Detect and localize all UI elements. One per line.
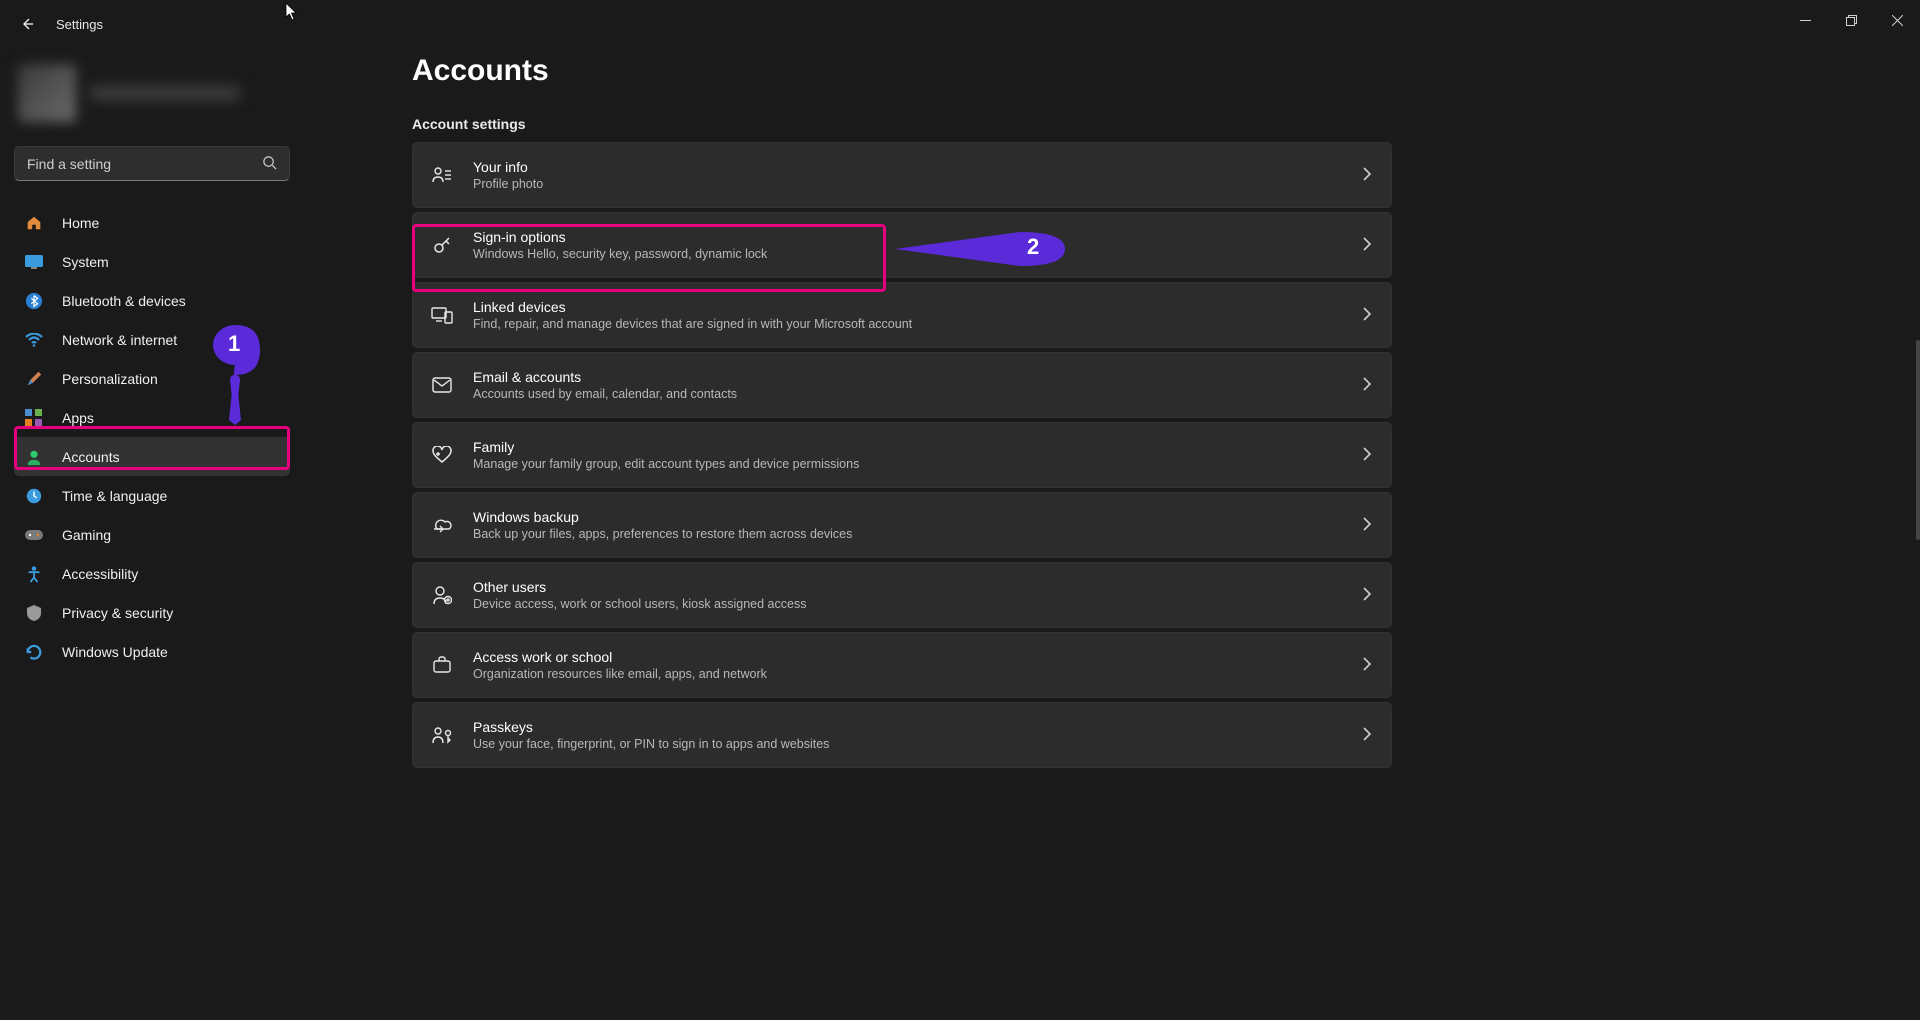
card-subtitle: Accounts used by email, calendar, and co… (473, 387, 737, 401)
card-passkeys[interactable]: Passkeys Use your face, fingerprint, or P… (412, 702, 1392, 768)
back-arrow-icon (19, 16, 35, 32)
briefcase-icon (431, 654, 453, 676)
nav-personalization[interactable]: Personalization (14, 359, 290, 398)
card-family[interactable]: Family Manage your family group, edit acc… (412, 422, 1392, 488)
chevron-right-icon (1363, 447, 1371, 464)
close-icon (1892, 15, 1903, 26)
search-icon (262, 155, 277, 173)
nav-label: System (62, 254, 109, 270)
card-subtitle: Manage your family group, edit account t… (473, 457, 859, 471)
accessibility-icon (24, 564, 44, 584)
card-title: Email & accounts (473, 369, 737, 385)
nav-label: Privacy & security (62, 605, 173, 621)
gamepad-icon (24, 525, 44, 545)
nav-bluetooth[interactable]: Bluetooth & devices (14, 281, 290, 320)
nav-label: Bluetooth & devices (62, 293, 186, 309)
card-title: Passkeys (473, 719, 829, 735)
card-subtitle: Use your face, fingerprint, or PIN to si… (473, 737, 829, 751)
clock-icon (24, 486, 44, 506)
nav-gaming[interactable]: Gaming (14, 515, 290, 554)
nav-update[interactable]: Windows Update (14, 632, 290, 671)
nav-time-language[interactable]: Time & language (14, 476, 290, 515)
nav-label: Personalization (62, 371, 158, 387)
card-access-work-school[interactable]: Access work or school Organization resour… (412, 632, 1392, 698)
card-subtitle: Profile photo (473, 177, 543, 191)
card-subtitle: Organization resources like email, apps,… (473, 667, 767, 681)
brush-icon (24, 369, 44, 389)
shield-icon (24, 603, 44, 623)
chevron-right-icon (1363, 237, 1371, 254)
search-input-wrap[interactable] (14, 146, 290, 181)
card-your-info[interactable]: Your info Profile photo (412, 142, 1392, 208)
profile-name (90, 85, 240, 101)
nav-label: Home (62, 215, 99, 231)
card-windows-backup[interactable]: Windows backup Back up your files, apps, … (412, 492, 1392, 558)
system-icon (24, 252, 44, 272)
apps-icon (24, 408, 44, 428)
card-title: Family (473, 439, 859, 455)
scrollbar[interactable] (1916, 340, 1920, 540)
nav-label: Time & language (62, 488, 167, 504)
chevron-right-icon (1363, 727, 1371, 744)
bluetooth-icon (24, 291, 44, 311)
home-icon (24, 213, 44, 233)
nav-apps[interactable]: Apps (14, 398, 290, 437)
card-subtitle: Windows Hello, security key, password, d… (473, 247, 767, 261)
nav-network[interactable]: Network & internet (14, 320, 290, 359)
nav-label: Accessibility (62, 566, 138, 582)
chevron-right-icon (1363, 517, 1371, 534)
user-profile[interactable] (14, 56, 304, 140)
add-user-icon (431, 584, 453, 606)
section-header: Account settings (412, 116, 1880, 132)
person-card-icon (431, 164, 453, 186)
nav-label: Apps (62, 410, 94, 426)
heart-icon (431, 444, 453, 466)
maximize-icon (1846, 15, 1857, 26)
chevron-right-icon (1363, 587, 1371, 604)
nav-home[interactable]: Home (14, 203, 290, 242)
chevron-right-icon (1363, 307, 1371, 324)
card-title: Sign-in options (473, 229, 767, 245)
card-linked-devices[interactable]: Linked devices Find, repair, and manage d… (412, 282, 1392, 348)
wifi-icon (24, 330, 44, 350)
nav-label: Network & internet (62, 332, 177, 348)
nav-system[interactable]: System (14, 242, 290, 281)
nav-accounts[interactable]: Accounts (14, 437, 290, 476)
maximize-button[interactable] (1828, 0, 1874, 40)
backup-icon (431, 514, 453, 536)
chevron-right-icon (1363, 377, 1371, 394)
back-button[interactable] (18, 15, 36, 33)
close-button[interactable] (1874, 0, 1920, 40)
nav-label: Gaming (62, 527, 111, 543)
nav-privacy[interactable]: Privacy & security (14, 593, 290, 632)
card-title: Your info (473, 159, 543, 175)
nav-accessibility[interactable]: Accessibility (14, 554, 290, 593)
card-title: Linked devices (473, 299, 912, 315)
minimize-icon (1800, 15, 1811, 26)
nav-label: Windows Update (62, 644, 168, 660)
card-subtitle: Find, repair, and manage devices that ar… (473, 317, 912, 331)
card-sign-in-options[interactable]: Sign-in options Windows Hello, security k… (412, 212, 1392, 278)
card-email-accounts[interactable]: Email & accounts Accounts used by email, … (412, 352, 1392, 418)
minimize-button[interactable] (1782, 0, 1828, 40)
devices-icon (431, 304, 453, 326)
card-subtitle: Back up your files, apps, preferences to… (473, 527, 852, 541)
card-title: Access work or school (473, 649, 767, 665)
person-icon (24, 447, 44, 467)
search-input[interactable] (27, 156, 262, 172)
passkey-icon (431, 724, 453, 746)
page-title: Accounts (412, 54, 1880, 88)
card-other-users[interactable]: Other users Device access, work or school… (412, 562, 1392, 628)
card-title: Other users (473, 579, 806, 595)
chevron-right-icon (1363, 657, 1371, 674)
nav-label: Accounts (62, 449, 120, 465)
window-title: Settings (56, 17, 103, 32)
card-title: Windows backup (473, 509, 852, 525)
update-icon (24, 642, 44, 662)
chevron-right-icon (1363, 167, 1371, 184)
card-subtitle: Device access, work or school users, kio… (473, 597, 806, 611)
avatar (18, 64, 76, 122)
mail-icon (431, 374, 453, 396)
key-icon (431, 234, 453, 256)
